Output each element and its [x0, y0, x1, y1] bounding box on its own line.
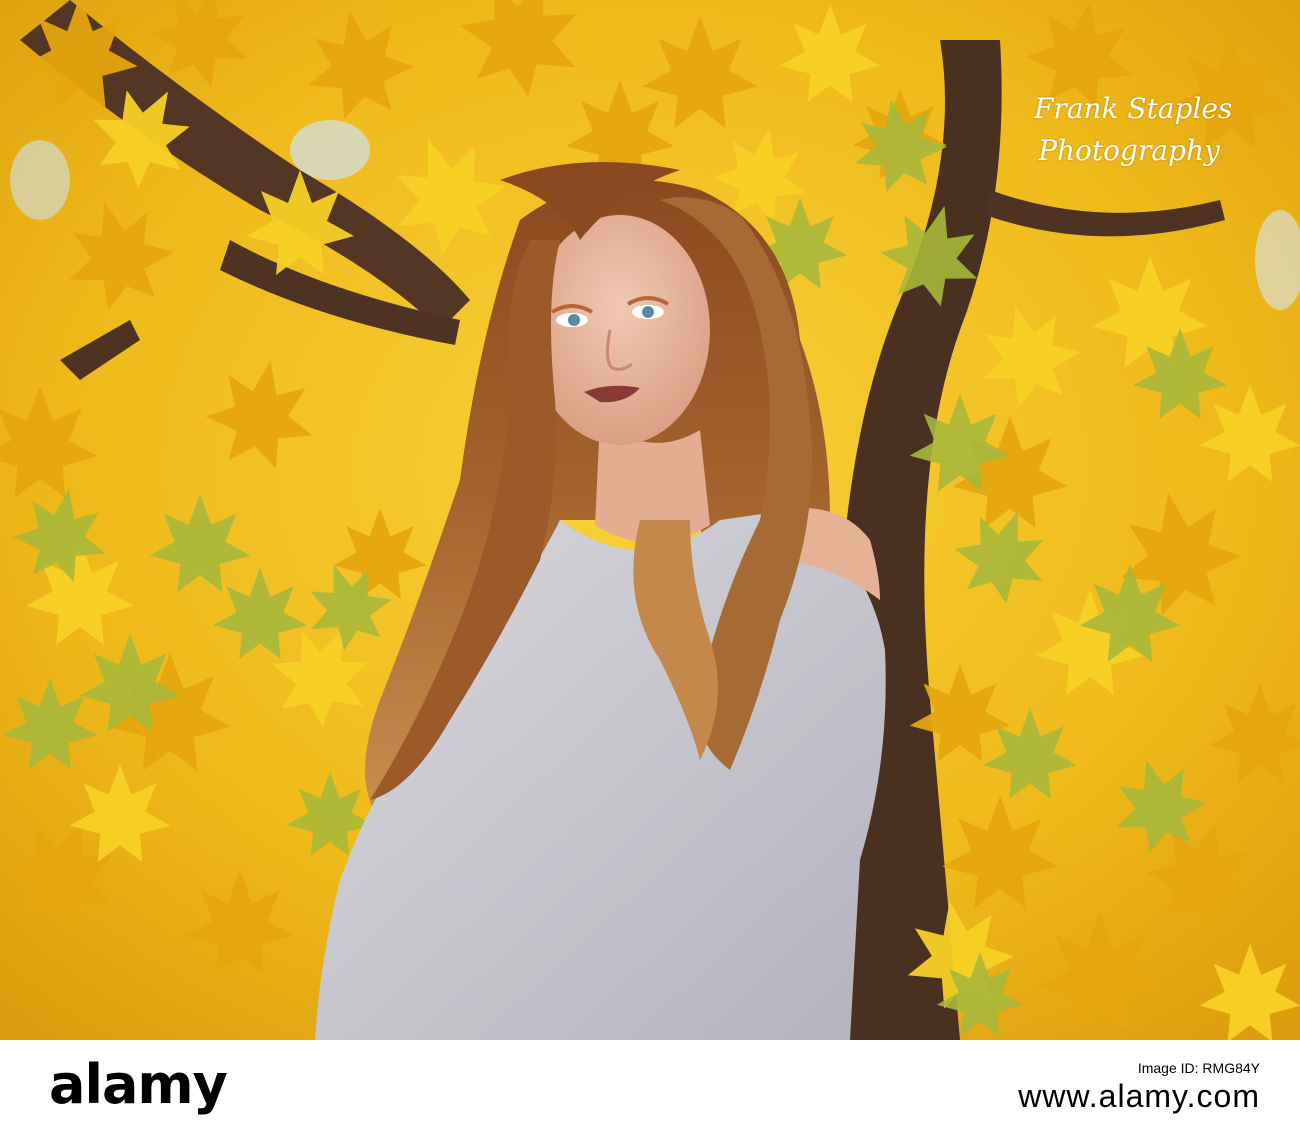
- image-id-line: Image ID: RMG84Y: [1018, 1058, 1260, 1078]
- image-id-label: Image ID:: [1137, 1060, 1199, 1076]
- stock-photo-frame: Frank Staples Photography alamy Image ID…: [0, 0, 1300, 1129]
- stock-footer: alamy Image ID: RMG84Y www.alamy.com: [0, 1040, 1300, 1129]
- watermark-line-2: Photography: [1038, 134, 1220, 167]
- image-info: Image ID: RMG84Y www.alamy.com: [1018, 1058, 1260, 1114]
- site-url[interactable]: www.alamy.com: [1018, 1078, 1260, 1114]
- portrait-photo: Frank Staples Photography: [0, 0, 1300, 1040]
- watermark-line-1: Frank Staples: [1034, 92, 1233, 125]
- image-id-value: RMG84Y: [1202, 1060, 1260, 1076]
- photographer-watermark: Frank Staples Photography: [1034, 88, 1233, 172]
- alamy-logo[interactable]: alamy: [49, 1058, 228, 1112]
